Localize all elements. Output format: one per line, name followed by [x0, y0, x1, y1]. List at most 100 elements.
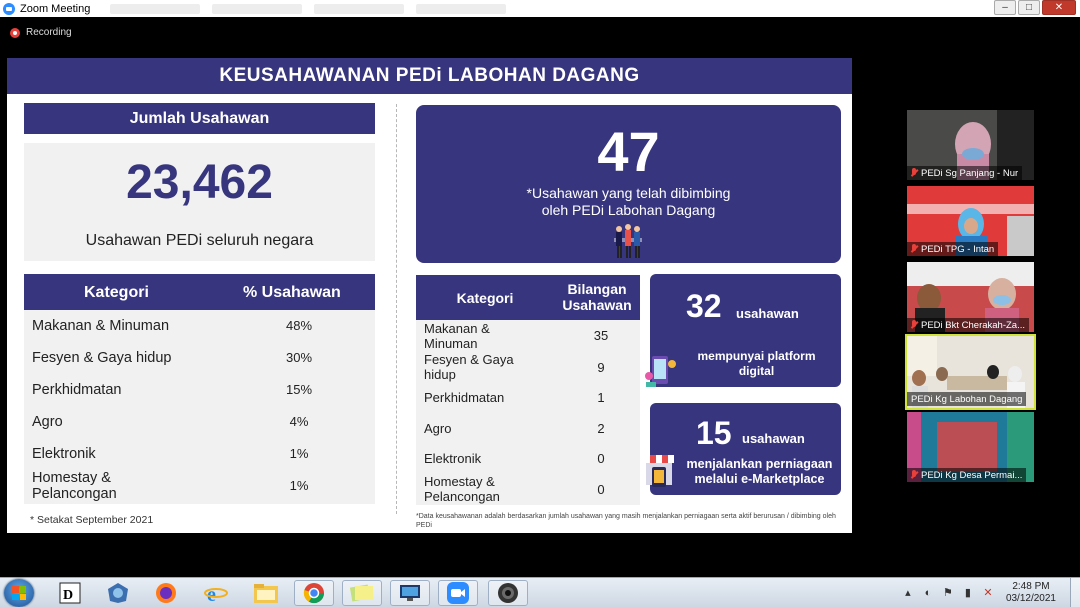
- internet-explorer-icon[interactable]: e: [196, 580, 236, 606]
- participant-name: PEDi Kg Desa Permai...: [921, 469, 1023, 481]
- record-icon: [10, 27, 20, 38]
- people-illustration-icon: [614, 224, 642, 258]
- column-header-count-line: Bilangan: [567, 281, 627, 297]
- category-count-table: Makanan & Minuman 35 Fesyen & Gaya hidup…: [416, 320, 640, 505]
- muted-mic-icon: [910, 244, 918, 254]
- digital-platform-icon: [645, 356, 676, 387]
- count-cell: 0: [597, 482, 605, 497]
- background-tab: [212, 3, 303, 14]
- maximize-button[interactable]: □: [1018, 0, 1040, 15]
- system-tray: ▴ ◐ ⚑ ▮ ✕ 2:48 PM 03/12/2021: [898, 578, 1080, 607]
- muted-mic-icon: [910, 168, 918, 178]
- windows-taskbar: D e ▴ ◐ ⚑ ▮ ✕ 2:48 PM 03/12/2021: [0, 577, 1080, 607]
- slide-title: KEUSAHAWANAN PEDi LABOHAN DAGANG: [219, 65, 640, 86]
- count-cell: 0: [597, 451, 605, 466]
- total-value: 23,462: [126, 156, 273, 209]
- category-cell: Makanan & Minuman: [424, 321, 490, 351]
- background-tabs: [110, 3, 507, 14]
- remote-desktop-icon[interactable]: [390, 580, 430, 606]
- participant-name: PEDi Bkt Cherakah-Za...: [921, 319, 1026, 331]
- count-cell: 35: [593, 328, 609, 343]
- column-header-count-line: Usahawan: [562, 297, 632, 313]
- background-tab: [314, 3, 405, 14]
- column-header-count: Bilangan Usahawan: [554, 281, 640, 313]
- category-percent-table: Makanan & Minuman 48% Fesyen & Gaya hidu…: [24, 310, 375, 504]
- globe-icon[interactable]: [98, 580, 138, 606]
- file-explorer-icon[interactable]: [246, 580, 286, 606]
- chrome-icon[interactable]: [294, 580, 334, 606]
- participant-tile-active-speaker[interactable]: PEDi Kg Labohan Dagang: [905, 334, 1036, 410]
- window-title: Zoom Meeting: [20, 2, 91, 15]
- volume-muted-icon[interactable]: ✕: [982, 587, 994, 599]
- e-marketplace-description-line: melalui e-Marketplace: [694, 472, 825, 486]
- participant-tile[interactable]: PEDi Bkt Cherakah-Za...: [907, 262, 1034, 332]
- show-desktop-button[interactable]: [1070, 578, 1080, 607]
- percent-cell: 1%: [289, 478, 309, 493]
- participant-tile[interactable]: PEDi Kg Desa Permai...: [907, 412, 1034, 482]
- category-cell: Perkhidmatan: [424, 390, 505, 405]
- close-button[interactable]: ✕: [1042, 0, 1076, 15]
- category-cell: Homestay & Pelancongan: [32, 470, 117, 502]
- category-cell: Elektronik: [424, 451, 482, 466]
- power-icon[interactable]: ▮: [962, 587, 974, 599]
- table-row: Fesyen & Gaya hidup 30%: [24, 342, 375, 372]
- guided-count: 47: [597, 120, 660, 183]
- column-header-category: Kategori: [84, 284, 149, 301]
- participant-name: PEDi Kg Labohan Dagang: [911, 393, 1023, 405]
- muted-mic-icon: [910, 320, 918, 330]
- total-box: 23,462 Usahawan PEDi seluruh negara: [24, 143, 375, 261]
- digital-platform-description-line: digital: [738, 364, 775, 378]
- category-cell: Agro: [32, 414, 63, 430]
- category-cell: Makanan & Minuman: [32, 318, 170, 334]
- guided-description: *Usahawan yang telah dibimbing oleh PEDi…: [416, 185, 841, 219]
- count-cell: 2: [597, 421, 605, 436]
- participant-name: PEDi TPG - Intan: [921, 243, 995, 255]
- svg-text:D: D: [63, 588, 73, 603]
- percent-cell: 30%: [285, 350, 313, 365]
- word-icon[interactable]: D: [50, 580, 90, 606]
- camera-icon[interactable]: [488, 580, 528, 606]
- category-cell: Fesyen & Gaya hidup: [424, 352, 514, 382]
- table-row: Makanan & Minuman 48%: [24, 310, 375, 340]
- clock[interactable]: 2:48 PM 03/12/2021: [1006, 581, 1056, 605]
- category-cell: Agro: [424, 421, 452, 436]
- participant-tile[interactable]: PEDi Sg Panjang - Nur: [907, 110, 1034, 180]
- show-hidden-icons-icon[interactable]: ▴: [902, 587, 914, 599]
- firefox-icon[interactable]: [146, 580, 186, 606]
- category-cell: Perkhidmatan: [32, 382, 122, 398]
- category-cell: Fesyen & Gaya hidup: [32, 350, 172, 366]
- guided-description-line: *Usahawan yang telah dibimbing: [526, 185, 731, 201]
- e-marketplace-count: 15: [696, 415, 732, 451]
- percent-cell: 1%: [289, 446, 309, 461]
- slide-header: KEUSAHAWANAN PEDi LABOHAN DAGANG: [7, 58, 852, 94]
- action-center-icon[interactable]: ⚑: [942, 587, 954, 599]
- windows-logo-icon: [12, 586, 26, 600]
- footnote-date: * Setakat September 2021: [30, 514, 154, 526]
- category-cell: Homestay & Pelancongan: [424, 474, 500, 504]
- network-icon[interactable]: ◐: [922, 587, 934, 599]
- recording-indicator[interactable]: Recording: [10, 27, 72, 38]
- shop-icon: [644, 455, 674, 487]
- participant-name: PEDi Sg Panjang - Nur: [921, 167, 1019, 179]
- category-count-table-header: Kategori Bilangan Usahawan: [416, 275, 640, 320]
- e-marketplace-description-line: menjalankan perniagaan: [686, 457, 833, 471]
- count-cell: 1: [597, 390, 605, 405]
- window-titlebar[interactable]: Zoom Meeting – □ ✕: [0, 0, 1080, 17]
- category-cell: Elektronik: [32, 446, 96, 462]
- notes-icon[interactable]: [342, 580, 382, 606]
- e-marketplace-unit: usahawan: [742, 431, 805, 446]
- category-percent-table-header: Kategori % Usahawan: [24, 274, 375, 310]
- clock-time: 2:48 PM: [1012, 581, 1050, 592]
- percent-cell: 15%: [285, 382, 313, 397]
- table-row: Elektronik 1%: [24, 438, 375, 468]
- table-row: Agro 4%: [24, 406, 375, 436]
- zoom-icon[interactable]: [438, 580, 478, 606]
- percent-cell: 4%: [289, 414, 309, 429]
- start-button[interactable]: [4, 579, 34, 607]
- digital-platform-count: 32: [686, 288, 722, 324]
- minimize-button[interactable]: –: [994, 0, 1016, 15]
- total-description: Usahawan PEDi seluruh negara: [85, 232, 314, 249]
- count-cell: 9: [597, 360, 605, 375]
- shared-slide: KEUSAHAWANAN PEDi LABOHAN DAGANG Jumlah …: [7, 58, 852, 533]
- participant-tile[interactable]: PEDi TPG - Intan: [907, 186, 1034, 256]
